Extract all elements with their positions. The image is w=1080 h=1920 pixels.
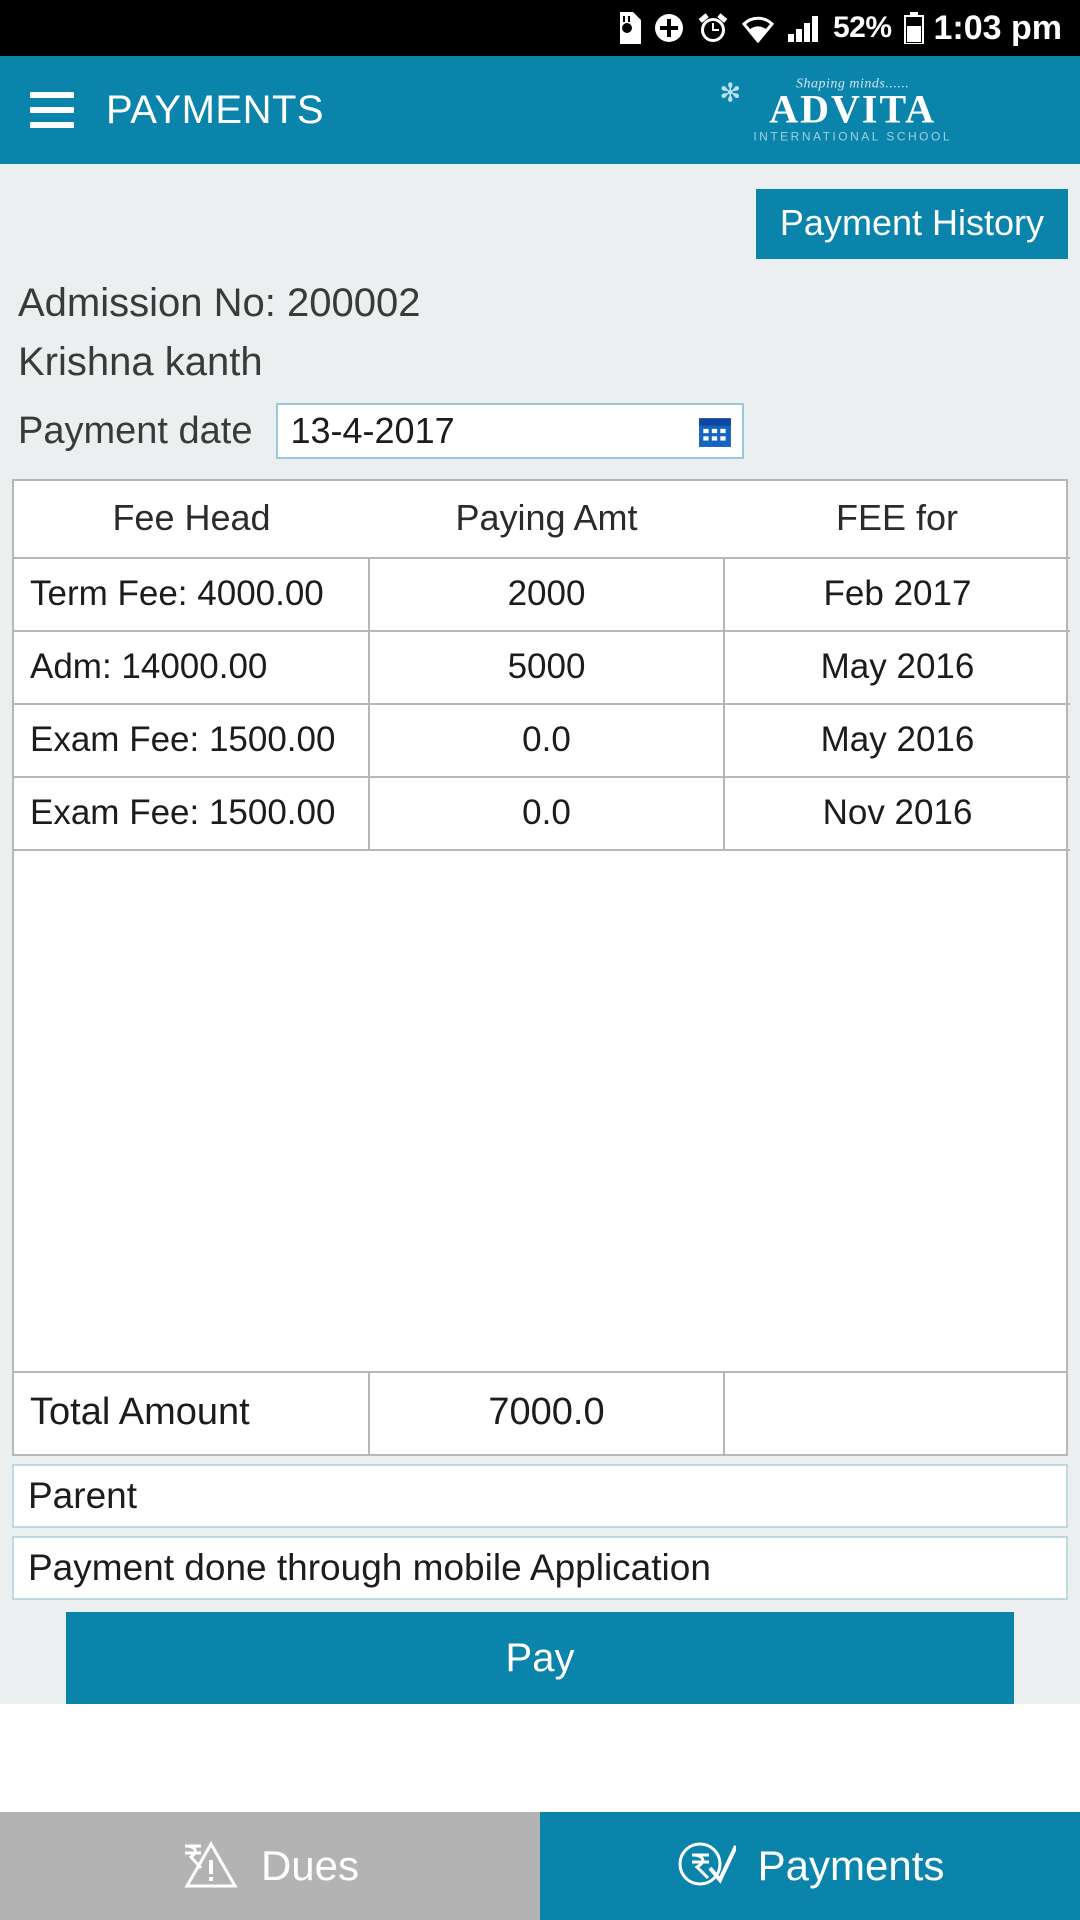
pay-button-row: Pay <box>0 1600 1080 1704</box>
total-amount-value: 7000.0 <box>369 1373 725 1454</box>
payment-date-value: 13-4-2017 <box>290 410 455 451</box>
fee-table-empty-area <box>12 851 1068 1371</box>
cell-fee-head: Exam Fee: 1500.00 <box>14 704 370 778</box>
cell-paying-amt[interactable]: 0.0 <box>369 704 725 778</box>
column-header-fee-head: Fee Head <box>14 481 369 559</box>
page-title: PAYMENTS <box>106 87 325 132</box>
cell-fee-for: Nov 2016 <box>724 777 1070 851</box>
payment-date-input[interactable]: 13-4-2017 <box>276 403 745 459</box>
cell-fee-head: Exam Fee: 1500.00 <box>14 777 370 851</box>
app-bar: PAYMENTS ✻ Shaping minds...... ADVITA IN… <box>0 56 1080 164</box>
plus-circle-icon <box>653 12 685 44</box>
total-amount-label: Total Amount <box>14 1373 370 1454</box>
column-header-paying-amt: Paying Amt <box>369 481 724 559</box>
status-bar-time: 1:03 pm <box>933 8 1063 47</box>
rupee-warning-icon <box>181 1838 239 1895</box>
remarks-input[interactable]: Payment done through mobile Application <box>12 1536 1068 1600</box>
cell-fee-for: Feb 2017 <box>724 558 1070 632</box>
cell-fee-head: Term Fee: 4000.00 <box>14 558 370 632</box>
status-bar: 52% 1:03 pm <box>0 0 1080 56</box>
column-header-fee-for: FEE for <box>724 481 1070 559</box>
payment-history-button[interactable]: Payment History <box>755 189 1068 259</box>
table-row[interactable]: Exam Fee: 1500.00 0.0 Nov 2016 <box>14 777 1070 851</box>
school-logo: ✻ Shaping minds...... ADVITA INTERNATION… <box>719 77 952 144</box>
rupee-check-icon <box>676 1838 738 1895</box>
cell-fee-for: May 2016 <box>724 631 1070 705</box>
total-amount-spacer <box>724 1373 1070 1454</box>
logo-name: ADVITA <box>769 86 937 132</box>
cell-fee-head: Adm: 14000.00 <box>14 631 370 705</box>
signal-icon <box>787 13 821 43</box>
table-row[interactable]: Term Fee: 4000.00 2000 Feb 2017 <box>14 558 1070 632</box>
nav-item-payments[interactable]: Payments <box>540 1812 1080 1920</box>
wifi-icon <box>741 13 775 43</box>
star-icon: ✻ <box>719 77 742 108</box>
status-bar-icons: 52% <box>615 11 924 45</box>
payment-date-label: Payment date <box>18 409 253 452</box>
total-row: Total Amount 7000.0 <box>12 1371 1068 1456</box>
cell-paying-amt[interactable]: 5000 <box>369 631 725 705</box>
fee-table: Fee Head Paying Amt FEE for Term Fee: 40… <box>12 479 1070 851</box>
pay-button[interactable]: Pay <box>66 1612 1014 1704</box>
hamburger-menu-icon[interactable] <box>30 92 74 128</box>
fee-table-header-row: Fee Head Paying Amt FEE for <box>14 481 1070 559</box>
bottom-nav: Dues Payments <box>0 1812 1080 1920</box>
sd-card-icon <box>615 12 641 44</box>
student-name-label: Krishna kanth <box>18 340 263 384</box>
battery-percent-label: 52% <box>832 11 892 44</box>
nav-label-payments: Payments <box>757 1842 945 1889</box>
main-content: Payment History Admission No: 200002 Kri… <box>0 164 1080 1704</box>
alarm-icon <box>697 12 729 44</box>
calendar-icon[interactable] <box>698 414 732 448</box>
payment-date-row: Payment date 13-4-2017 <box>0 385 1080 479</box>
cell-fee-for: May 2016 <box>724 704 1070 778</box>
nav-item-dues[interactable]: Dues <box>0 1812 540 1920</box>
cell-paying-amt[interactable]: 2000 <box>369 558 725 632</box>
battery-icon <box>903 12 924 44</box>
nav-label-dues: Dues <box>260 1842 360 1889</box>
table-row[interactable]: Exam Fee: 1500.00 0.0 May 2016 <box>14 704 1070 778</box>
cell-paying-amt[interactable]: 0.0 <box>369 777 725 851</box>
payer-input[interactable]: Parent <box>12 1464 1068 1528</box>
table-row[interactable]: Adm: 14000.00 5000 May 2016 <box>14 631 1070 705</box>
payment-history-row: Payment History <box>0 164 1080 259</box>
logo-subtitle: INTERNATIONAL SCHOOL <box>753 129 952 144</box>
admission-number-label: Admission No: 200002 <box>18 281 421 325</box>
